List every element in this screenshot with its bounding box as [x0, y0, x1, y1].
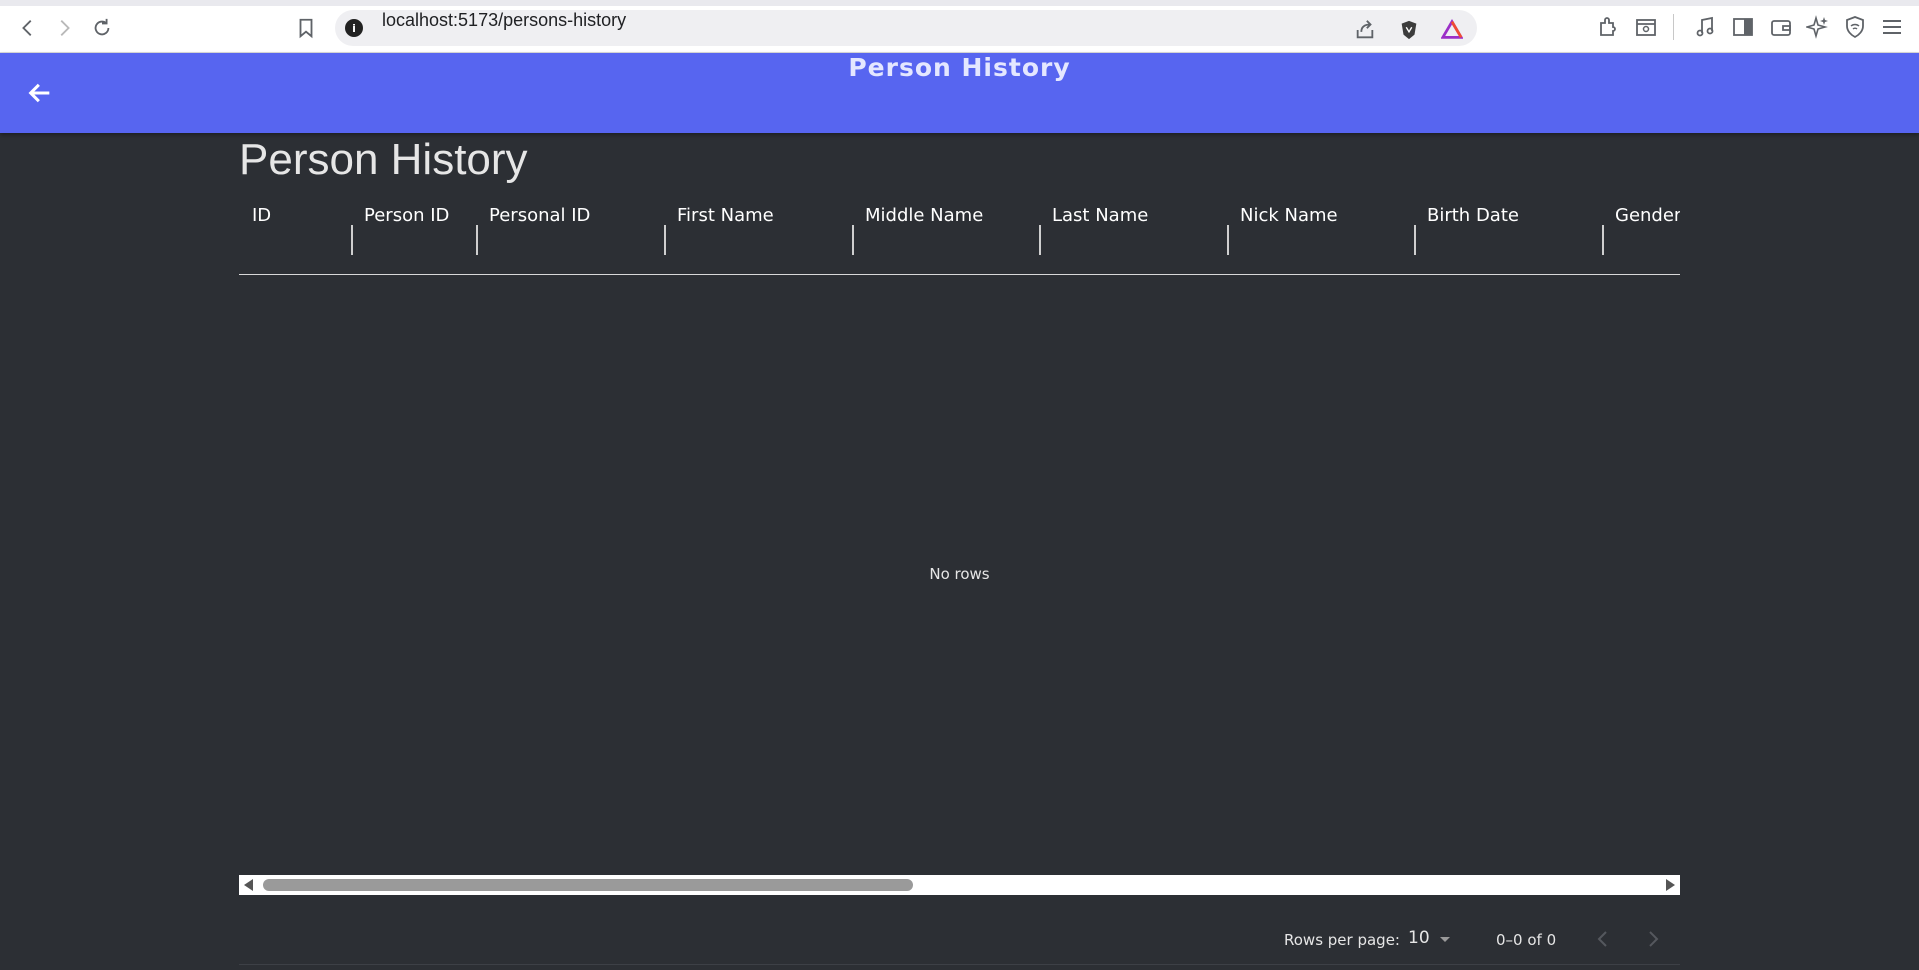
sparkle-icon[interactable]: [1806, 15, 1830, 39]
browser-toolbar: i localhost:5173/persons-history: [0, 0, 1919, 53]
horizontal-scrollbar[interactable]: [239, 875, 1680, 895]
next-page-icon[interactable]: [1641, 927, 1665, 951]
browser-forward-button[interactable]: [50, 14, 78, 42]
column-header-birth-date[interactable]: Birth Date: [1414, 205, 1602, 275]
browser-reload-button[interactable]: [88, 14, 116, 42]
column-header-person-id[interactable]: Person ID: [351, 205, 476, 275]
page-title: Person History: [239, 135, 528, 184]
share-icon[interactable]: [1354, 19, 1376, 41]
url-text[interactable]: localhost:5173/persons-history: [382, 10, 626, 46]
app-bar: Person History: [0, 53, 1919, 133]
brave-shield-icon[interactable]: [1398, 19, 1420, 41]
previous-page-icon[interactable]: [1591, 927, 1615, 951]
column-header-first-name[interactable]: First Name: [664, 205, 852, 275]
music-note-icon[interactable]: [1693, 15, 1717, 39]
extensions-icon[interactable]: [1596, 15, 1620, 39]
chevron-left-icon: [22, 20, 32, 36]
scroll-left-icon[interactable]: [244, 879, 253, 891]
tab-search-icon[interactable]: [1634, 15, 1658, 39]
pagination-range: 0–0 of 0: [1496, 931, 1557, 949]
rows-per-page-label: Rows per page:: [1284, 931, 1400, 949]
bookmark-icon: [299, 18, 313, 39]
tab-strip-edge: [0, 0, 1919, 6]
site-info-icon[interactable]: i: [345, 19, 363, 37]
column-header-middle-name[interactable]: Middle Name: [852, 205, 1039, 275]
wallet-icon[interactable]: [1769, 15, 1793, 39]
grid-header: ID Person ID Personal ID First Name Midd…: [239, 205, 1680, 275]
brave-rewards-icon[interactable]: [1441, 19, 1463, 41]
sidebar-icon[interactable]: [1731, 15, 1755, 39]
rows-per-page-select[interactable]: 10: [1408, 928, 1430, 948]
column-header-id[interactable]: ID: [239, 205, 351, 275]
caret-down-icon[interactable]: [1440, 937, 1450, 942]
empty-state-text: No rows: [929, 565, 990, 583]
scroll-right-icon[interactable]: [1666, 879, 1675, 891]
column-header-personal-id[interactable]: Personal ID: [476, 205, 664, 275]
scrollbar-thumb[interactable]: [263, 879, 913, 891]
toolbar-divider: [1673, 14, 1674, 40]
address-bar[interactable]: i localhost:5173/persons-history: [335, 10, 1477, 46]
grid-footer: Rows per page: 10 0–0 of 0: [239, 895, 1680, 965]
vpn-shield-icon[interactable]: [1843, 15, 1867, 39]
column-header-gender[interactable]: Gender: [1602, 205, 1680, 275]
app-bar-title: Person History: [848, 53, 1071, 82]
column-header-last-name[interactable]: Last Name: [1039, 205, 1227, 275]
bookmark-button[interactable]: [292, 14, 320, 42]
column-header-nick-name[interactable]: Nick Name: [1227, 205, 1414, 275]
data-grid: ID Person ID Personal ID First Name Midd…: [239, 205, 1680, 965]
browser-back-button[interactable]: [14, 14, 42, 42]
menu-icon[interactable]: [1880, 15, 1904, 39]
chevron-right-icon: [60, 20, 70, 36]
reload-icon: [94, 18, 110, 36]
